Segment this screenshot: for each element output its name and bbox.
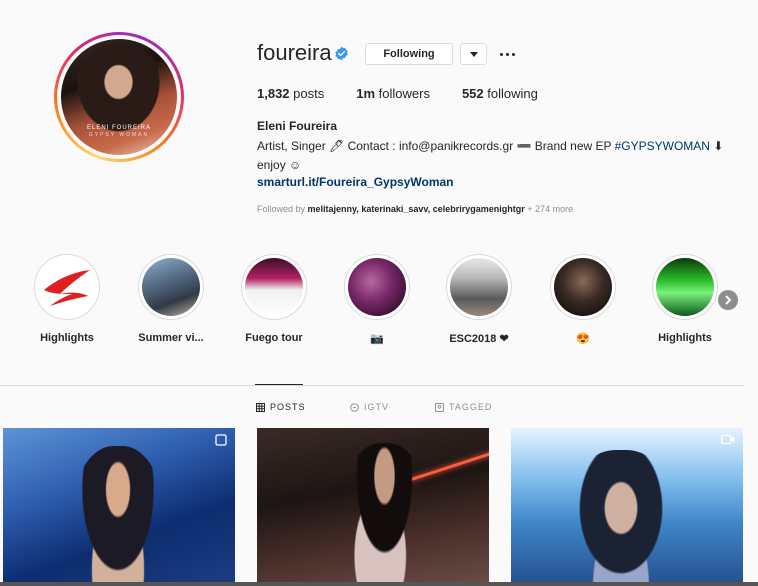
highlight-item[interactable]: 😍 <box>548 254 618 345</box>
post-thumbnail[interactable] <box>3 428 235 586</box>
tab-posts[interactable]: POSTS <box>256 402 306 412</box>
verified-badge-icon <box>335 46 348 61</box>
more-options-button[interactable] <box>497 43 517 65</box>
highlight-label: Highlights <box>40 332 94 344</box>
hashtag-link[interactable]: #GYPSYWOMAN <box>615 139 710 153</box>
post-thumbnail[interactable] <box>511 428 743 586</box>
highlight-cover <box>348 258 406 316</box>
highlight-label: 📷 <box>370 333 384 345</box>
profile-stats: 1,832 posts 1m followers 552 following <box>257 86 570 101</box>
suggestions-dropdown-button[interactable] <box>460 43 487 65</box>
highlight-cover <box>38 258 96 316</box>
highlight-label: Summer vi... <box>138 332 204 344</box>
following-button[interactable]: Following <box>365 43 453 65</box>
post-thumbnail[interactable] <box>257 428 489 586</box>
highlight-cover <box>656 258 714 316</box>
highlight-item[interactable]: 📷 <box>342 254 412 345</box>
taskbar-edge <box>0 582 758 586</box>
highlight-cover <box>554 258 612 316</box>
highlight-item[interactable]: Highlights <box>32 254 102 344</box>
profile-avatar-ring[interactable]: ELENI FOUREIRA GYPSY WOMAN <box>54 32 184 162</box>
followers-link[interactable]: 1m followers <box>356 86 430 101</box>
igtv-icon <box>350 402 359 412</box>
highlight-cover <box>245 258 303 316</box>
carousel-icon <box>215 434 227 446</box>
avatar-text-name: ELENI FOUREIRA <box>86 125 151 131</box>
highlight-item[interactable]: Fuego tour <box>239 254 309 344</box>
profile-website-link[interactable]: smarturl.it/Foureira_GypsyWoman <box>257 175 454 189</box>
highlight-cover <box>450 258 508 316</box>
tab-tagged[interactable]: TAGGED <box>435 402 492 412</box>
profile-username: foureira <box>257 40 332 65</box>
highlights-next-button[interactable] <box>718 290 738 310</box>
tab-igtv[interactable]: IGTV <box>350 402 389 412</box>
highlight-item[interactable]: ESC2018 ❤ <box>444 254 514 345</box>
profile-bio: Artist, Singer 🖊 Contact : info@panikrec… <box>257 139 724 172</box>
following-link[interactable]: 552 following <box>462 86 538 101</box>
tabs-divider <box>0 385 744 386</box>
highlight-item[interactable]: Summer vi... <box>136 254 206 344</box>
video-icon <box>721 434 735 445</box>
highlight-item[interactable]: Highlights <box>650 254 720 344</box>
caret-down-icon <box>469 51 478 57</box>
highlight-label: Highlights <box>658 332 712 344</box>
highlight-label: ESC2018 ❤ <box>449 333 509 345</box>
highlight-label: Fuego tour <box>245 332 303 344</box>
tagged-user-icon <box>435 402 444 412</box>
highlight-cover <box>142 258 200 316</box>
followed-by-text[interactable]: Followed by melitajenny, katerinaki_savv… <box>257 204 573 214</box>
profile-full-name: Eleni Foureira <box>257 119 338 133</box>
chevron-right-icon <box>725 295 732 305</box>
avatar: ELENI FOUREIRA GYPSY WOMAN <box>61 39 177 155</box>
active-tab-indicator <box>255 384 303 385</box>
posts-count: 1,832 posts <box>257 86 325 101</box>
grid-icon <box>256 402 265 412</box>
instagram-profile-page: ELENI FOUREIRA GYPSY WOMAN foureira Foll… <box>0 0 758 586</box>
highlight-label: 😍 <box>576 333 590 345</box>
avatar-text-subtitle: GYPSY WOMAN <box>88 132 150 138</box>
